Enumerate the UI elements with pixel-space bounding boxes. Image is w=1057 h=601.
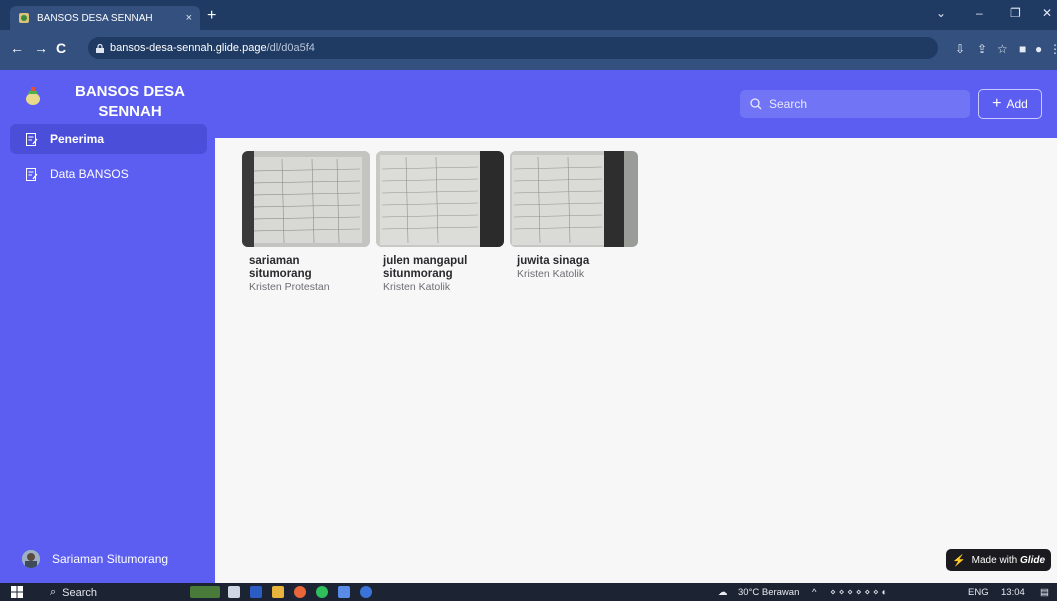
url-host: bansos-desa-sennah.glide.page — [110, 42, 267, 54]
search-icon: ⌕ — [50, 586, 57, 598]
menu-icon[interactable]: ⋮ — [1049, 42, 1057, 56]
restore-icon[interactable]: ❐ — [1010, 6, 1021, 20]
add-button[interactable]: + Add — [978, 89, 1042, 119]
sidebar-item-penerima[interactable]: Penerima — [10, 124, 207, 154]
tab-search-icon[interactable]: ⌄ — [936, 6, 946, 20]
chrome-app-icon[interactable] — [294, 586, 306, 598]
new-tab-button[interactable]: + — [207, 6, 216, 26]
clock[interactable]: 13:04 — [1001, 587, 1025, 598]
tab-title: BANSOS DESA SENNAH — [37, 12, 153, 24]
weather-icon: ☁ — [718, 587, 728, 598]
list-item[interactable]: julen mangapul situnmorang Kristen Katol… — [376, 151, 504, 294]
list-item[interactable]: sariaman situmorang Kristen Protestan — [242, 151, 370, 294]
brand-name: BANSOS DESA SENNAH — [74, 83, 186, 120]
card-subtitle: Kristen Protestan — [249, 281, 330, 293]
whatsapp-icon[interactable] — [316, 586, 328, 598]
add-button-label: Add — [1006, 97, 1028, 111]
made-with-glide-badge[interactable]: ⚡ Made with Glide — [946, 549, 1051, 571]
back-icon[interactable]: ← — [10, 40, 24, 56]
language-indicator[interactable]: ENG — [968, 587, 989, 598]
install-app-icon[interactable]: ⇩ — [955, 42, 965, 56]
search-placeholder: Search — [769, 97, 808, 111]
profile-icon[interactable]: ● — [1035, 42, 1042, 56]
document-photo-icon — [242, 151, 370, 247]
card-thumbnail — [242, 151, 370, 247]
show-hidden-icons-icon[interactable]: ^ — [812, 587, 816, 598]
made-with-label: Made with — [971, 554, 1018, 566]
card-thumbnail — [510, 151, 638, 247]
search-highlight-icon — [190, 586, 220, 598]
share-icon[interactable]: ⇪ — [977, 42, 987, 56]
task-view-icon[interactable] — [228, 586, 240, 598]
document-edit-icon — [26, 132, 38, 146]
taskbar-search[interactable]: ⌕ Search — [50, 586, 97, 599]
url-path: /dl/d0a5f4 — [266, 42, 315, 54]
sidebar-item-label: Data BANSOS — [50, 167, 129, 181]
browser-app-icon[interactable] — [360, 586, 372, 598]
tray-icons[interactable]: ⋄ ⋄ ⋄ ⋄ ⋄ ⋄ ◐ — [830, 587, 887, 598]
list-item[interactable]: juwita sinaga Kristen Katolik — [510, 151, 638, 281]
browser-toolbar: ← → C bansos-desa-sennah.glide.page/dl/d… — [0, 30, 1057, 70]
search-icon — [750, 98, 762, 110]
user-name: Sariaman Situmorang — [52, 552, 169, 566]
sidebar: BANSOS DESA SENNAH Penerima Data BANSOS … — [0, 70, 215, 583]
close-window-icon[interactable]: ✕ — [1042, 6, 1052, 20]
card-title: juwita sinaga — [517, 255, 590, 267]
plus-icon: + — [992, 95, 1002, 112]
user-profile[interactable]: Sariaman Situmorang — [22, 550, 168, 568]
sidebar-item-label: Penerima — [50, 132, 105, 146]
notifications-icon[interactable]: ▤ — [1040, 587, 1049, 598]
document-photo-icon — [510, 151, 638, 247]
taskbar: ⌕ Search ☁ 30°C Berawan ^ ⋄ ⋄ ⋄ ⋄ ⋄ ⋄ ◐ … — [0, 583, 1057, 601]
reload-icon[interactable]: C — [56, 40, 66, 56]
browser-tab[interactable]: BANSOS DESA SENNAH × — [10, 6, 200, 30]
search-input[interactable]: Search — [740, 90, 970, 118]
weather-text[interactable]: 30°C Berawan — [738, 587, 799, 598]
card-subtitle: Kristen Katolik — [383, 281, 451, 293]
address-bar[interactable]: bansos-desa-sennah.glide.page/dl/d0a5f4 — [88, 37, 938, 59]
card-thumbnail — [376, 151, 504, 247]
sidebar-item-data-bansos[interactable]: Data BANSOS — [10, 159, 207, 189]
browser-titlebar: BANSOS DESA SENNAH × + ⌄ – ❐ ✕ — [0, 0, 1057, 30]
lightning-icon: ⚡ — [951, 554, 966, 567]
file-explorer-icon[interactable] — [272, 586, 284, 598]
word-app-icon[interactable] — [250, 586, 262, 598]
taskbar-search-label: Search — [62, 586, 98, 599]
document-app-icon[interactable] — [338, 586, 350, 598]
card-title: julen mangapul situnmorang — [383, 255, 468, 280]
document-edit-icon — [26, 167, 38, 181]
document-photo-icon — [376, 151, 504, 247]
forward-icon[interactable]: → — [34, 40, 48, 56]
bookmark-star-icon[interactable]: ☆ — [997, 42, 1008, 56]
user-photo-icon — [22, 550, 40, 568]
card-subtitle: Kristen Katolik — [517, 268, 585, 280]
main-content: sariaman situmorang Kristen Protestan ju… — [215, 138, 1057, 583]
card-title: sariaman situmorang — [249, 255, 312, 280]
side-panel-icon[interactable]: ■ — [1019, 42, 1026, 56]
app-favicon-icon — [19, 13, 29, 23]
lock-icon — [96, 43, 104, 53]
windows-start-icon[interactable] — [11, 586, 23, 598]
tab-close-icon[interactable]: × — [186, 12, 192, 24]
avatar — [22, 550, 40, 568]
minimize-icon[interactable]: – — [976, 6, 983, 20]
brand-logo-icon — [26, 87, 40, 105]
glide-brand: Glide — [1020, 554, 1046, 566]
